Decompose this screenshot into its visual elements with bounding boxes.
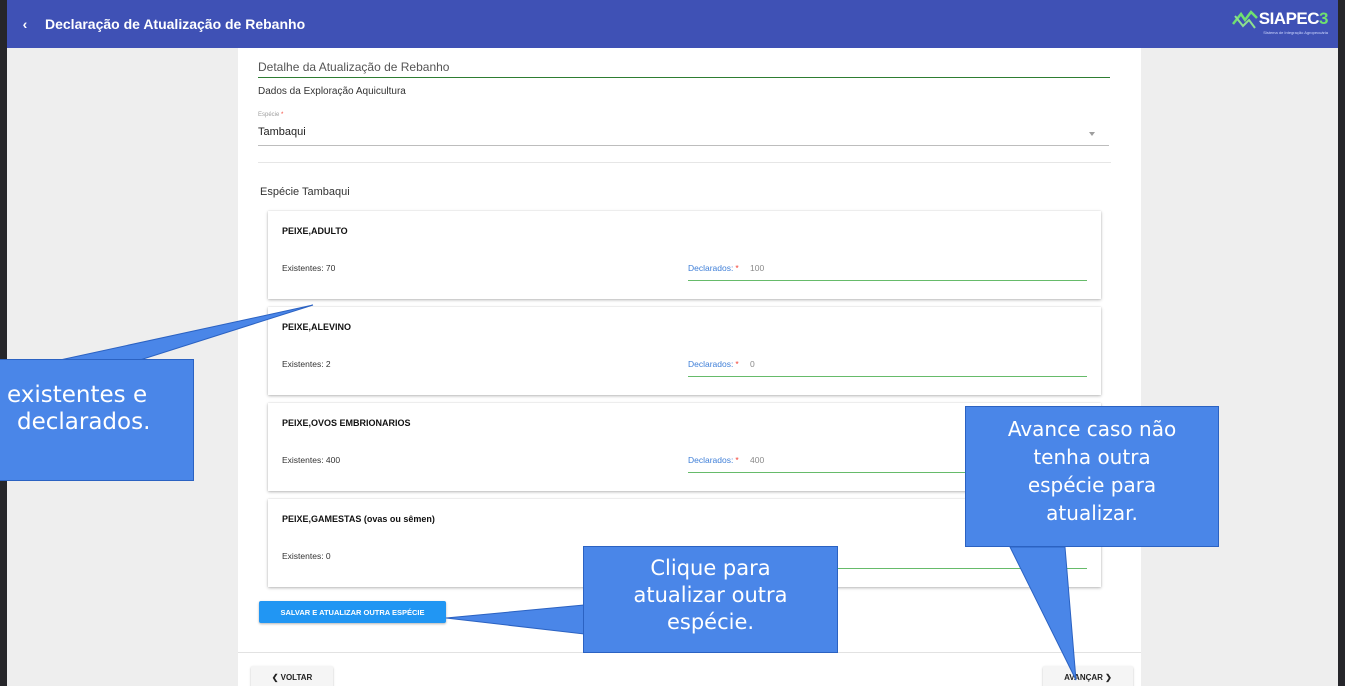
callout-middle-line-1: Clique para <box>650 556 771 580</box>
existentes-value: Existentes: 70 <box>282 263 336 273</box>
species-heading: Espécie Tambaqui <box>260 186 350 198</box>
existentes-value: Existentes: 2 <box>282 359 331 369</box>
category-title: PEIXE,GAMESTAS (ovas ou sêmen) <box>282 514 435 524</box>
callout-right-line-1: Avance caso não <box>1007 417 1177 441</box>
dropdown-arrow-icon <box>1089 132 1095 136</box>
section-title: Detalhe da Atualização de Rebanho <box>258 60 1110 78</box>
callout-left: existentes e declarados. <box>0 359 194 481</box>
back-button[interactable]: ❮ VOLTAR <box>251 666 333 686</box>
category-title: PEIXE,ALEVINO <box>282 322 352 332</box>
callout-middle: Clique para atualizar outra espécie. <box>583 546 838 653</box>
callout-left-line-2: declarados. <box>17 409 151 435</box>
declarados-input[interactable]: Declarados: * 100 <box>688 260 1087 281</box>
logo-text: SIAPEC <box>1258 9 1320 28</box>
save-and-update-other-button[interactable]: SALVAR E ATUALIZAR OUTRA ESPÉCIE <box>259 601 446 623</box>
category-card: PEIXE,ALEVINO Existentes: 2 Declarados: *… <box>268 307 1101 395</box>
category-title: PEIXE,OVOS EMBRIONARIOS <box>282 418 411 428</box>
callout-middle-line-2: atualizar outra <box>633 583 788 607</box>
declarados-label: Declarados: * <box>688 263 739 273</box>
callout-right-line-4: atualizar. <box>1046 501 1138 525</box>
subsection-title: Dados da Exploração Aquicultura <box>258 86 406 97</box>
next-button[interactable]: AVANÇAR ❯ <box>1043 666 1133 686</box>
siapec-logo: SIAPEC3 Sistema de Integração Agropecuár… <box>1231 9 1328 35</box>
category-card: PEIXE,ADULTO Existentes: 70 Declarados: *… <box>268 211 1101 299</box>
existentes-value: Existentes: 400 <box>282 455 341 465</box>
category-title: PEIXE,ADULTO <box>282 226 348 236</box>
existentes-value: Existentes: 0 <box>282 551 331 561</box>
app-bar: ‹ Declaração de Atualização de Rebanho S… <box>7 0 1338 48</box>
logo-number: 3 <box>1319 9 1328 28</box>
declarados-value: 100 <box>750 263 765 273</box>
callout-middle-line-3: espécie. <box>666 610 755 634</box>
callout-right: Avance caso não tenha outra espécie para… <box>965 406 1219 547</box>
callout-right-line-3: espécie para <box>1027 473 1157 497</box>
declarados-value: 0 <box>750 359 755 369</box>
declarados-label: Declarados: * <box>688 359 739 369</box>
declarados-value: 400 <box>750 455 765 465</box>
logo-mark-icon <box>1231 10 1258 29</box>
back-arrow-icon[interactable]: ‹ <box>13 12 37 36</box>
species-select-value: Tambaqui <box>258 126 306 138</box>
species-select[interactable]: Tambaqui <box>258 126 1109 146</box>
divider <box>258 162 1111 163</box>
logo-subtitle: Sistema de Integração Agropecuária <box>1263 30 1328 35</box>
callout-right-line-2: tenha outra <box>1033 445 1151 469</box>
species-field-label: Espécie * <box>258 112 284 118</box>
callout-left-line-1: existentes e <box>7 382 148 408</box>
page-title: Declaração de Atualização de Rebanho <box>45 16 306 32</box>
declarados-label: Declarados: * <box>688 455 739 465</box>
declarados-input[interactable]: Declarados: * 0 <box>688 356 1087 377</box>
